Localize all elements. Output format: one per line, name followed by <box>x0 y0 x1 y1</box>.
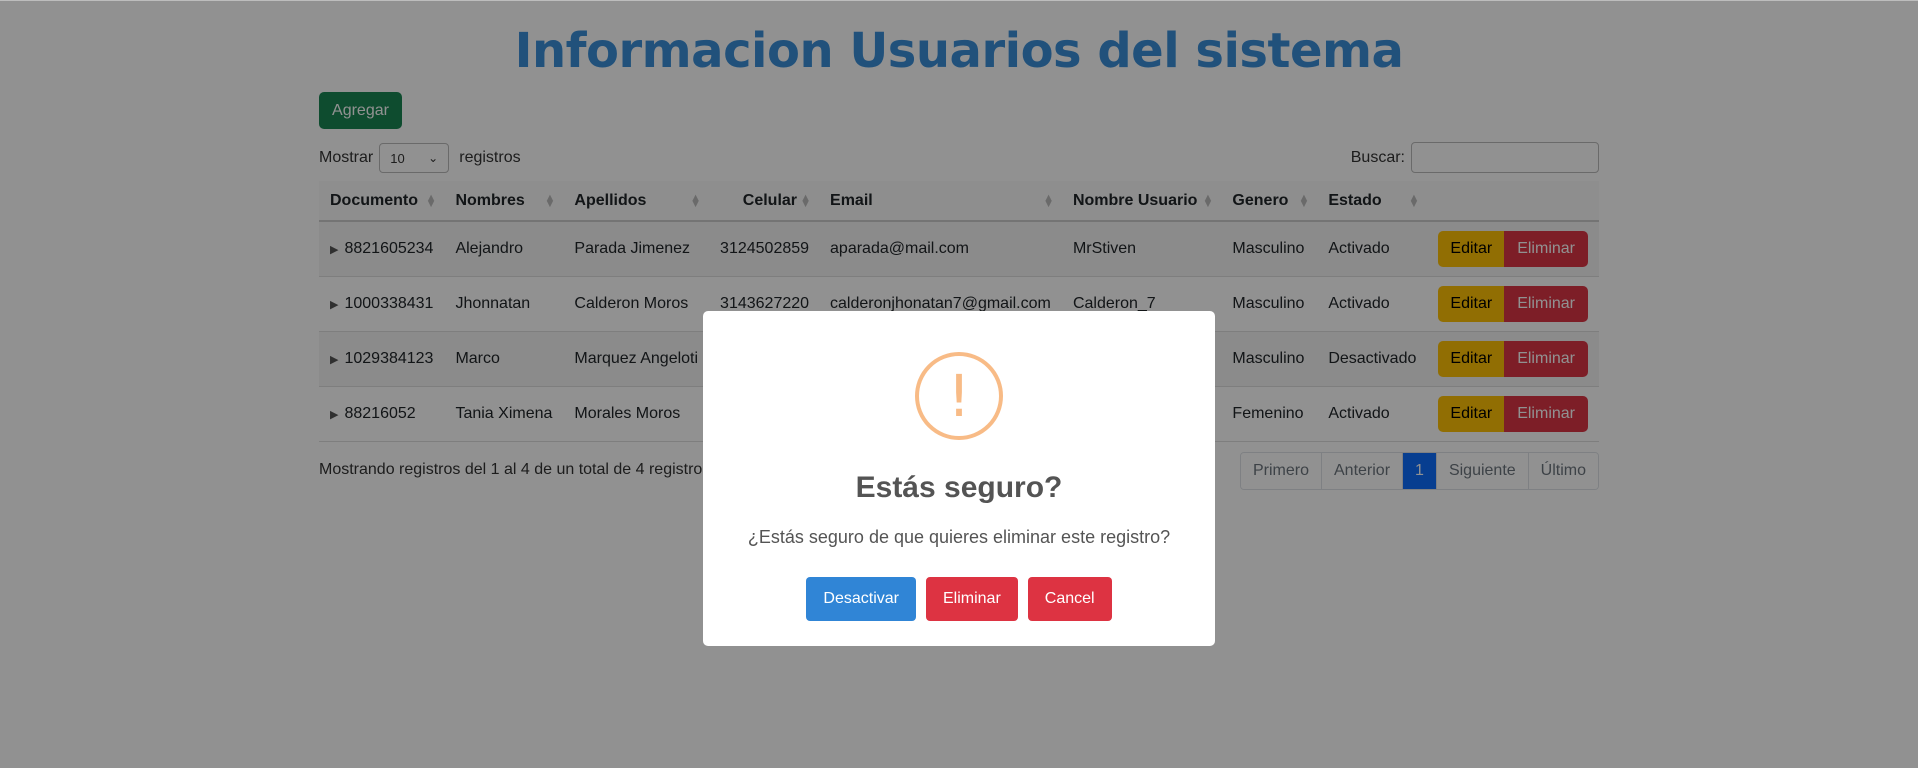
cancel-button[interactable]: Cancel <box>1027 577 1112 621</box>
confirm-dialog: ! Estás seguro? ¿Estás seguro de que qui… <box>703 311 1215 646</box>
dialog-actions: Desactivar Eliminar Cancel <box>703 577 1215 621</box>
warning-icon: ! <box>915 352 1003 440</box>
dialog-message: ¿Estás seguro de que quieres eliminar es… <box>747 527 1171 547</box>
deactivate-button[interactable]: Desactivar <box>806 577 916 621</box>
confirm-delete-button[interactable]: Eliminar <box>925 577 1018 621</box>
dialog-title: Estás seguro? <box>855 471 1063 504</box>
